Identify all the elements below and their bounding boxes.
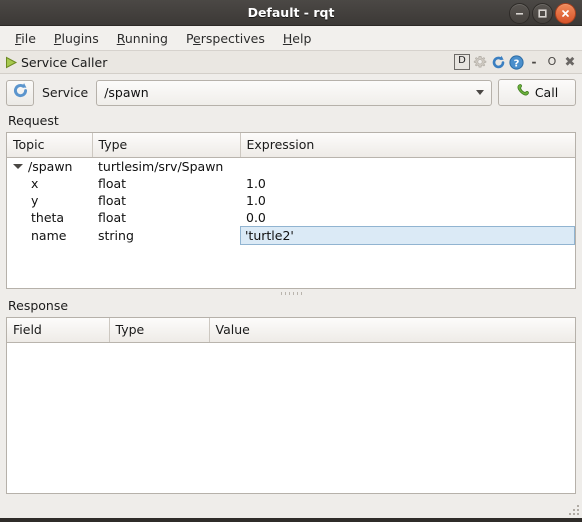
table-row[interactable]: /spawn turtlesim/srv/Spawn: [7, 158, 575, 176]
statusbar: [0, 494, 582, 518]
refresh-services-button[interactable]: [6, 79, 34, 106]
response-column-value[interactable]: Value: [209, 318, 575, 343]
service-combobox[interactable]: /spawn: [96, 79, 492, 106]
response-column-type[interactable]: Type: [109, 318, 210, 343]
refresh-icon: [12, 82, 29, 103]
table-row[interactable]: y float 1.0: [7, 192, 575, 209]
window-controls: [509, 3, 576, 24]
request-column-expression[interactable]: Expression: [240, 133, 575, 158]
call-button-label: Call: [534, 85, 559, 100]
splitter-grip-dots: [280, 292, 302, 295]
request-cell-type[interactable]: turtlesim/srv/Spawn: [92, 158, 240, 176]
minimize-dock-button[interactable]: -: [526, 54, 542, 70]
svg-text:?: ?: [513, 58, 519, 69]
request-cell-expression[interactable]: 0.0: [240, 209, 575, 226]
request-column-type[interactable]: Type: [92, 133, 241, 158]
request-cell-type[interactable]: string: [92, 226, 240, 245]
request-grid: Topic Type Expression /spawn turtlesim/s…: [7, 133, 575, 245]
float-dock-button[interactable]: O: [544, 54, 560, 70]
table-row[interactable]: theta float 0.0: [7, 209, 575, 226]
rqt-main-window: Default - rqt File Plugins Running Persp…: [0, 0, 582, 522]
table-row[interactable]: x float 1.0: [7, 175, 575, 192]
response-grid: Field Type Value: [7, 318, 575, 343]
settings-gear-icon[interactable]: [472, 54, 488, 70]
request-cell-type[interactable]: float: [92, 209, 240, 226]
response-table[interactable]: Field Type Value: [6, 317, 576, 494]
dock-title: Service Caller: [21, 54, 108, 70]
request-response-splitter[interactable]: [6, 289, 576, 298]
menu-help[interactable]: Help: [274, 29, 321, 48]
phone-handset-icon: [516, 83, 531, 102]
request-cell-topic[interactable]: x: [7, 175, 92, 192]
response-header-row: Field Type Value: [7, 318, 575, 343]
service-label: Service: [42, 85, 89, 100]
chevron-down-icon[interactable]: [469, 81, 491, 105]
menu-running[interactable]: Running: [108, 29, 177, 48]
service-combobox-value: /spawn: [104, 85, 149, 100]
minimize-dock-label: -: [531, 55, 537, 69]
request-cell-expression[interactable]: 1.0: [240, 175, 575, 192]
request-cell-topic[interactable]: name: [7, 226, 92, 245]
table-row[interactable]: name string 'turtle2': [7, 226, 575, 245]
expression-editor-input[interactable]: 'turtle2': [240, 226, 575, 245]
dock-d-button[interactable]: D: [454, 54, 470, 70]
minimize-icon[interactable]: [509, 3, 530, 24]
request-header-row: Topic Type Expression: [7, 133, 575, 158]
request-section-label: Request: [8, 113, 59, 128]
reload-c-icon[interactable]: [490, 54, 506, 70]
close-dock-button[interactable]: ✖: [562, 54, 578, 70]
request-cell-topic[interactable]: /spawn: [7, 158, 92, 176]
chevron-down-icon[interactable]: [13, 164, 23, 169]
close-dock-label: ✖: [564, 54, 576, 70]
service-selection-row: Service /spawn Call: [6, 79, 576, 106]
request-cell-expression[interactable]: 1.0: [240, 192, 575, 209]
service-caller-dock-header: Service Caller D ? - O ✖: [0, 51, 582, 74]
request-cell-type[interactable]: float: [92, 192, 240, 209]
menu-plugins[interactable]: Plugins: [45, 29, 108, 48]
window-titlebar: Default - rqt: [0, 0, 582, 26]
request-cell-topic[interactable]: y: [7, 192, 92, 209]
play-triangle-icon: [5, 56, 18, 69]
float-dock-label: O: [547, 55, 557, 68]
dock-toolbuttons: D ? - O ✖: [454, 54, 578, 70]
request-cell-expression[interactable]: 'turtle2': [240, 226, 575, 245]
request-row-topic-label: /spawn: [28, 159, 73, 174]
window-bottom-edge: [0, 518, 582, 522]
help-question-icon[interactable]: ?: [508, 54, 524, 70]
window-title: Default - rqt: [247, 5, 335, 20]
request-cell-topic[interactable]: theta: [7, 209, 92, 226]
response-section-label: Response: [8, 298, 69, 313]
close-icon[interactable]: [555, 3, 576, 24]
maximize-icon[interactable]: [532, 3, 553, 24]
menubar: File Plugins Running Perspectives Help: [0, 26, 582, 51]
service-caller-body: Service /spawn Call Request Topic Type E…: [0, 74, 582, 494]
request-table[interactable]: Topic Type Expression /spawn turtlesim/s…: [6, 132, 576, 289]
request-column-topic[interactable]: Topic: [7, 133, 93, 158]
response-column-field[interactable]: Field: [7, 318, 110, 343]
menu-perspectives[interactable]: Perspectives: [177, 29, 274, 48]
request-cell-expression[interactable]: [240, 158, 575, 176]
menu-file[interactable]: File: [6, 29, 45, 48]
resize-grip-icon[interactable]: [566, 502, 579, 515]
request-cell-type[interactable]: float: [92, 175, 240, 192]
call-button[interactable]: Call: [498, 79, 576, 106]
